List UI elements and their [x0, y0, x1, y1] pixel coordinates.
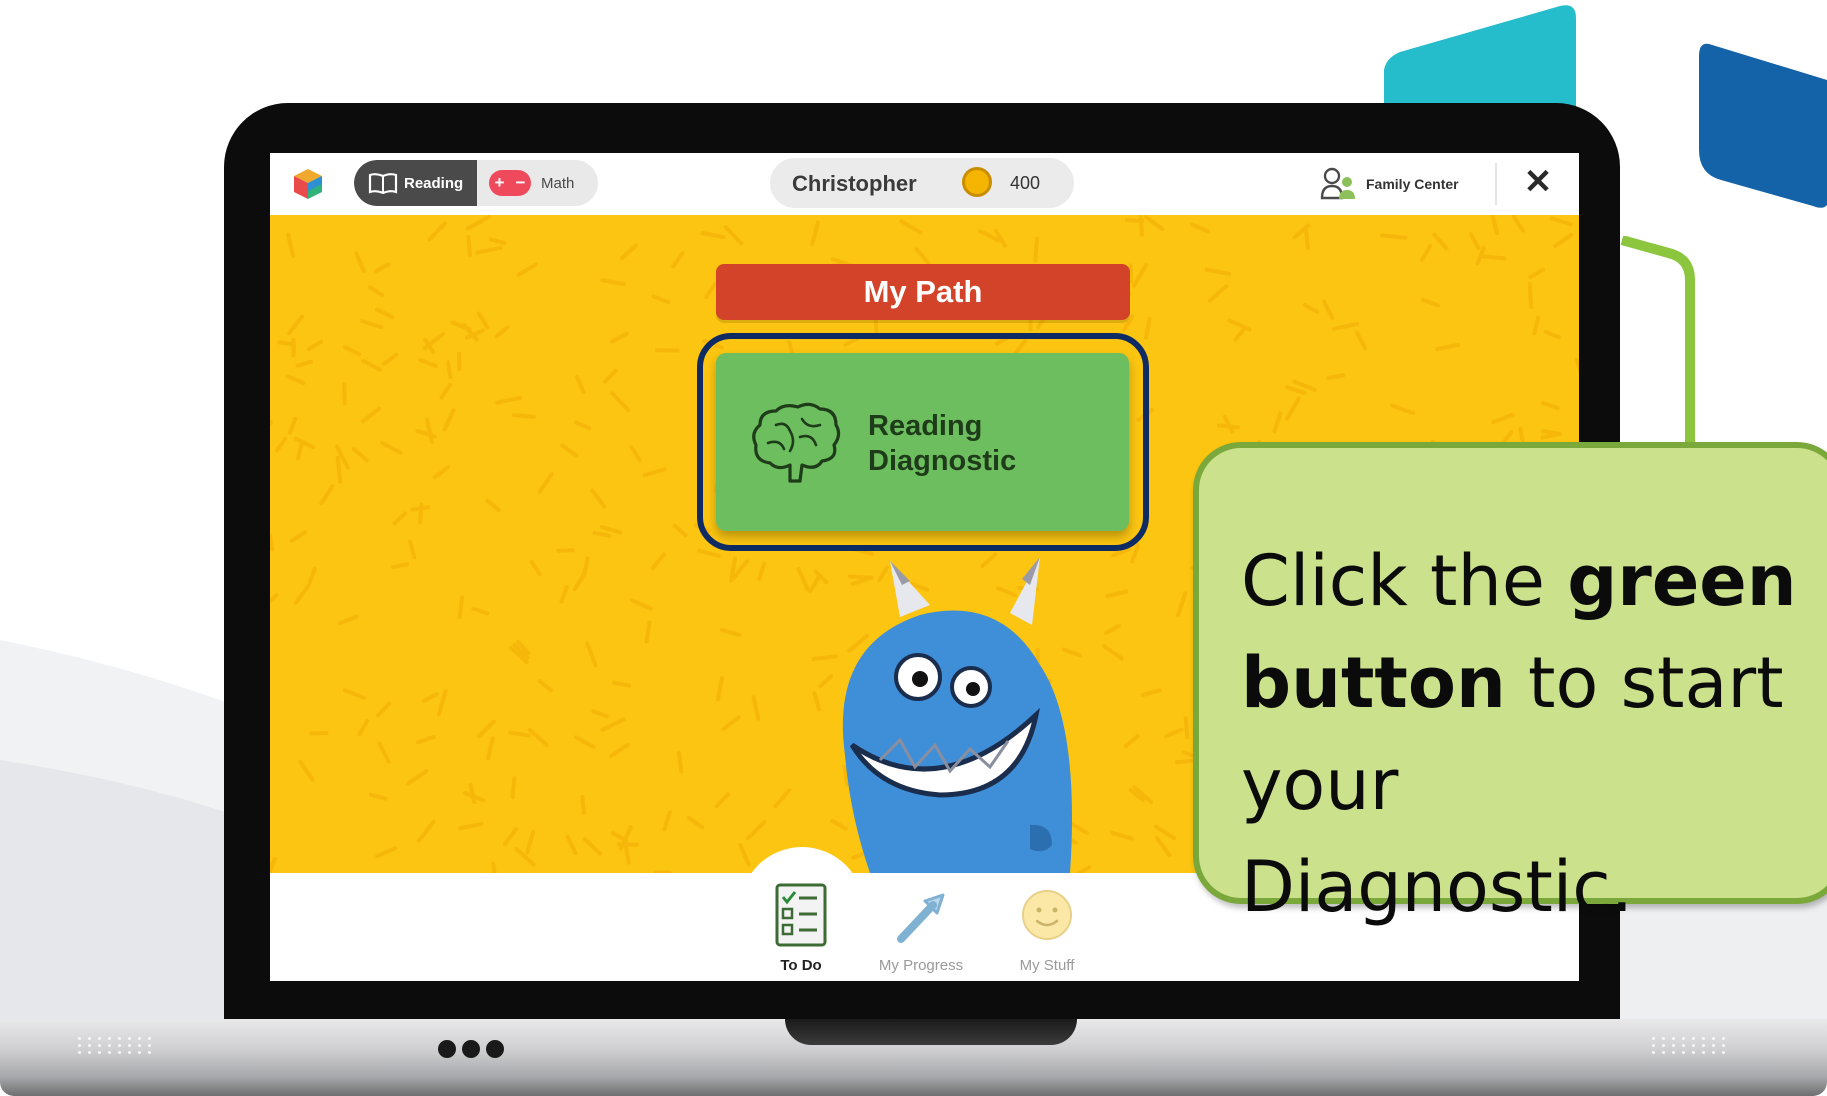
reading-diagnostic-button[interactable]: Reading Diagnostic	[716, 353, 1129, 531]
diagnostic-label-line2: Diagnostic	[868, 445, 1017, 477]
callout-text: Click the green button to start your Diag…	[1241, 530, 1801, 938]
page-title: My Path	[716, 264, 1130, 320]
nav-label-my-progress: My Progress	[878, 957, 964, 974]
tab-reading[interactable]: Reading	[354, 160, 477, 206]
laptop-notch	[785, 1019, 1077, 1045]
coin-icon	[962, 167, 992, 197]
speaker-grille-left	[78, 1037, 155, 1054]
nav-item-my-stuff[interactable]: My Stuff	[992, 883, 1102, 974]
arrow-progress-icon	[897, 893, 945, 943]
family-center-button[interactable]: Family Center	[1320, 164, 1459, 204]
callout-text-part1: Click the	[1241, 540, 1568, 622]
nav-label-my-stuff: My Stuff	[1019, 957, 1075, 974]
tab-reading-label: Reading	[404, 174, 464, 192]
smiley-icon	[1022, 890, 1072, 940]
user-info: Christopher 400	[770, 158, 1074, 208]
coin-count: 400	[1010, 173, 1041, 193]
diagnostic-label-line1: Reading	[868, 410, 983, 442]
subject-toggle: Reading + − Math	[354, 160, 598, 206]
diagnostic-button-label: Reading Diagnostic	[868, 409, 1016, 479]
top-bar: Reading + − Math Christopher 400 Family C…	[270, 153, 1579, 215]
speaker-grille-right	[1652, 1037, 1729, 1054]
callout-bold-button: button	[1241, 642, 1506, 724]
laptop-status-dots	[438, 1040, 504, 1058]
callout-connector	[1620, 236, 1695, 446]
plus-minus-icon: + −	[489, 170, 531, 196]
topbar-divider	[1495, 163, 1497, 205]
callout-bold-green: green	[1567, 540, 1797, 622]
tab-math[interactable]: + − Math	[477, 160, 598, 206]
monster-mascot	[842, 557, 1072, 873]
close-icon[interactable]: ✕	[1518, 162, 1558, 202]
instruction-callout: Click the green button to start your Diag…	[1193, 442, 1827, 928]
family-center-label: Family Center	[1366, 176, 1459, 192]
user-name: Christopher	[792, 171, 917, 196]
tab-math-label: Math	[541, 174, 575, 192]
checklist-icon	[775, 883, 827, 947]
decorative-blue-shape	[1699, 43, 1827, 208]
brain-icon	[752, 402, 841, 483]
nav-item-my-progress[interactable]: My Progress	[866, 883, 976, 974]
family-icon	[1320, 167, 1355, 200]
nav-item-to-do[interactable]: To Do	[746, 883, 856, 974]
cube-logo-icon[interactable]	[292, 167, 324, 201]
decorative-teal-shape	[1384, 5, 1576, 110]
book-icon	[368, 173, 398, 194]
nav-label-to-do: To Do	[780, 957, 822, 974]
